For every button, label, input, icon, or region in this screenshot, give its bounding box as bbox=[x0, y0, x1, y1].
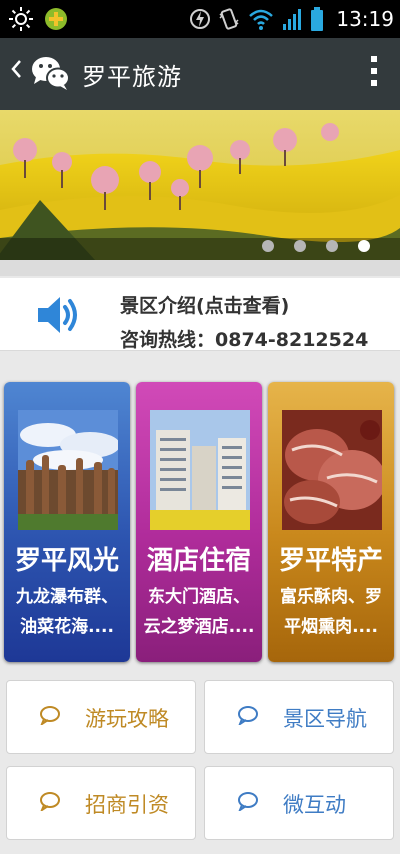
micro-interaction-button[interactable]: 微互动 bbox=[204, 766, 394, 840]
clock: 13:19 bbox=[336, 7, 394, 31]
tile-label: 景区导航 bbox=[283, 707, 367, 731]
scenery-photo bbox=[18, 410, 120, 530]
chat-bubble-icon bbox=[238, 706, 258, 725]
investment-button[interactable]: 招商引资 bbox=[6, 766, 196, 840]
scenic-intro-bar[interactable]: 景区介绍(点击查看) 咨询热线：0874-8212524 bbox=[0, 278, 400, 351]
card-hotel-lodging[interactable]: 酒店住宿 东大门酒店、云之梦酒店.... bbox=[136, 382, 262, 662]
carousel-dot[interactable] bbox=[294, 240, 306, 252]
carousel-indicator bbox=[262, 240, 370, 252]
card-description: 东大门酒店、云之梦酒店.... bbox=[143, 587, 255, 637]
chat-bubble-icon bbox=[40, 792, 60, 811]
hotel-photo bbox=[150, 410, 250, 530]
travel-guide-button[interactable]: 游玩攻略 bbox=[6, 680, 196, 754]
wifi-icon bbox=[249, 9, 274, 30]
signal-icon bbox=[283, 9, 302, 30]
specialty-food-photo bbox=[282, 410, 386, 530]
app-header: 罗平旅游 bbox=[0, 38, 400, 110]
tile-label: 微互动 bbox=[283, 793, 346, 817]
more-menu-button[interactable] bbox=[370, 54, 378, 96]
divider bbox=[0, 260, 400, 276]
card-title: 罗平风光 bbox=[14, 546, 119, 576]
banner-carousel[interactable] bbox=[0, 110, 400, 260]
back-button[interactable] bbox=[10, 58, 22, 86]
card-luoping-scenery[interactable]: 罗平风光 九龙瀑布群、油菜花海.... bbox=[4, 382, 130, 662]
vibrate-icon bbox=[219, 8, 239, 30]
battery-icon bbox=[311, 7, 324, 31]
card-title: 罗平特产 bbox=[278, 546, 383, 576]
carousel-dot[interactable] bbox=[326, 240, 338, 252]
speaker-icon bbox=[34, 293, 84, 341]
carousel-dot[interactable] bbox=[262, 240, 274, 252]
plus-badge-icon bbox=[45, 8, 67, 30]
chat-bubble-icon bbox=[238, 792, 258, 811]
card-description: 富乐酥肉、罗平烟熏肉.... bbox=[280, 587, 382, 637]
chat-bubble-icon bbox=[40, 706, 60, 725]
scenic-navigation-button[interactable]: 景区导航 bbox=[204, 680, 394, 754]
status-bar: 13:19 bbox=[0, 0, 400, 38]
banner-image bbox=[0, 110, 400, 260]
carousel-dot-active[interactable] bbox=[358, 240, 370, 252]
card-local-specialties[interactable]: 罗平特产 富乐酥肉、罗平烟熏肉.... bbox=[268, 382, 394, 662]
hotline-text[interactable]: 咨询热线：0874-8212524 bbox=[120, 325, 368, 352]
lightning-icon bbox=[190, 9, 211, 29]
chevron-left-icon bbox=[11, 60, 21, 78]
tile-label: 招商引资 bbox=[85, 793, 169, 817]
more-vertical-icon bbox=[371, 56, 377, 86]
tile-label: 游玩攻略 bbox=[85, 707, 169, 731]
brightness-icon bbox=[9, 7, 33, 31]
card-title: 酒店住宿 bbox=[146, 546, 251, 576]
wechat-icon bbox=[30, 52, 72, 98]
scenic-intro-link[interactable]: 景区介绍(点击查看) bbox=[120, 291, 289, 318]
page-title: 罗平旅游 bbox=[82, 63, 182, 91]
card-description: 九龙瀑布群、油菜花海.... bbox=[16, 587, 118, 637]
